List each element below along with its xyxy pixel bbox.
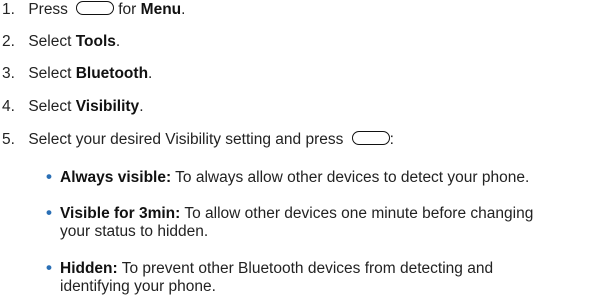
softkey-button-icon — [351, 131, 390, 145]
bullet-text: To always allow other devices to detect … — [175, 169, 530, 186]
step-punct: . — [148, 65, 153, 82]
softkey-button-icon — [76, 1, 115, 15]
bullet-title: Visible for 3min: — [60, 205, 181, 222]
bullet-hidden: • Hidden: To prevent other Bluetooth devi… — [46, 258, 493, 278]
bullet-continuation: identifying your phone. — [60, 278, 216, 295]
step-3: 3. Select Bluetooth. — [0, 64, 152, 84]
step-text: Select your desired Visibility setting a… — [28, 131, 344, 148]
step-4: 4. Select Visibility. — [0, 97, 144, 117]
step-punct: . — [181, 1, 186, 18]
bullet-icon: • — [46, 167, 52, 186]
menu-label: Menu — [140, 1, 182, 18]
step-number: 5. — [2, 131, 15, 148]
tools-label: Tools — [75, 33, 116, 50]
bullet-text: To prevent other Bluetooth devices from … — [121, 260, 494, 277]
step-2: 2. Select Tools. — [0, 32, 120, 52]
step-number: 4. — [2, 98, 15, 115]
step-punct: . — [115, 33, 121, 50]
bullet-title: Hidden: — [60, 260, 118, 277]
step-1: 1. Press for Menu. — [0, 0, 185, 20]
step-text: Select — [28, 33, 72, 50]
step-text: Press — [28, 1, 68, 18]
step-text: Select — [28, 98, 72, 115]
bullet-title: Always visible: — [60, 169, 172, 186]
step-number: 2. — [2, 33, 15, 50]
bullet-icon: • — [46, 258, 52, 277]
bullet-icon: • — [46, 203, 52, 222]
step-punct: : — [389, 131, 394, 148]
bullet-visible-3min: • Visible for 3min: To allow other device… — [46, 203, 533, 223]
bluetooth-label: Bluetooth — [75, 65, 149, 82]
bullet-always-visible: • Always visible: To always allow other d… — [46, 167, 529, 187]
step-punct: . — [139, 98, 144, 115]
bullet-text: To allow other devices one minute before… — [184, 205, 534, 222]
visibility-label: Visibility — [75, 98, 140, 115]
step-text: for — [118, 1, 137, 18]
step-5: 5. Select your desired Visibility settin… — [0, 130, 394, 150]
step-number: 1. — [2, 1, 15, 18]
step-text: Select — [28, 65, 72, 82]
bullet-continuation: your status to hidden. — [60, 223, 209, 240]
step-number: 3. — [2, 65, 15, 82]
